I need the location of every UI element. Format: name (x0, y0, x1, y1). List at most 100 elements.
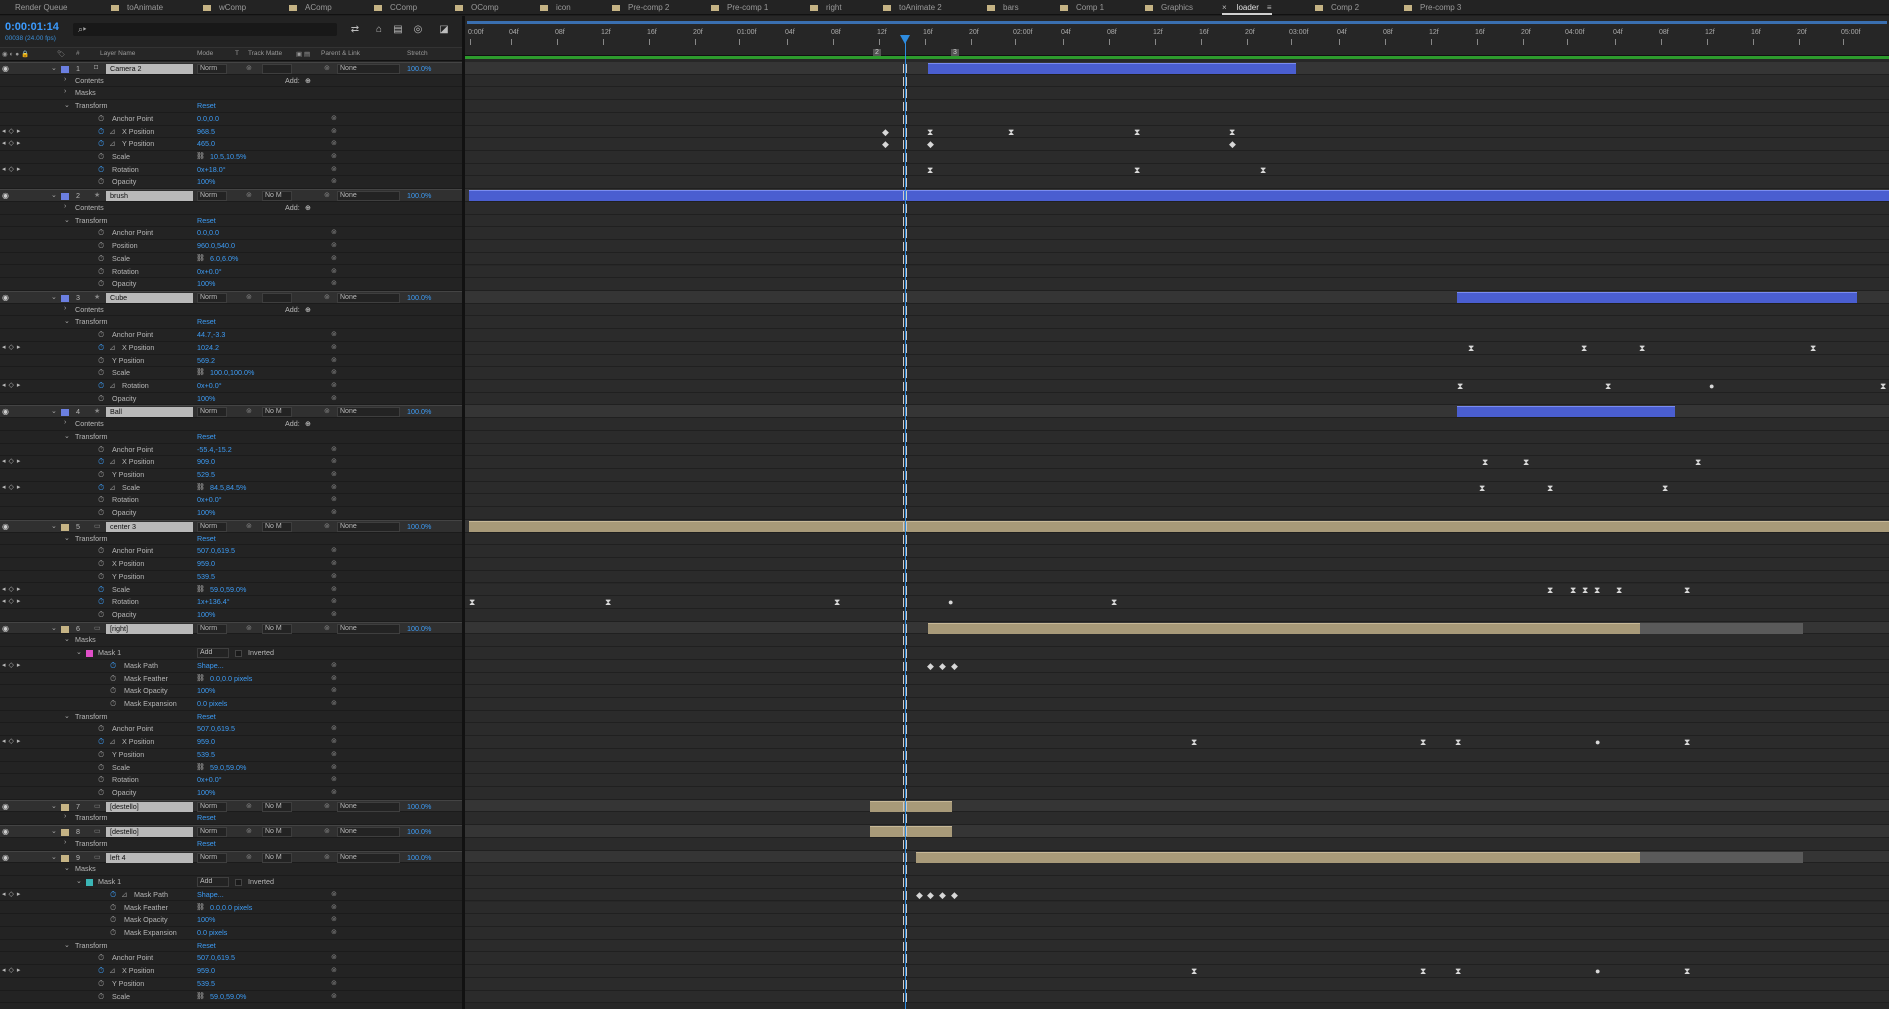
draft-3d-icon[interactable]: ⌂ (372, 23, 386, 36)
parent-dropdown[interactable]: None (337, 407, 400, 418)
property-value[interactable]: 539.5 (197, 979, 215, 988)
constrain-proportions-icon[interactable]: ⛓ (196, 254, 205, 262)
add-menu-label[interactable]: Add: (285, 419, 300, 428)
expression-pickwhip-icon[interactable]: ⊚ (331, 992, 337, 1000)
stopwatch-icon[interactable]: ⏱ (98, 508, 104, 518)
track-matte-dropdown[interactable] (262, 64, 292, 74)
keyframe-easy-ease-icon[interactable]: ⧗ (1457, 380, 1463, 392)
expression-pickwhip-icon[interactable]: ⊚ (331, 254, 337, 262)
stretch-value[interactable]: 100.0% (407, 624, 431, 633)
stopwatch-icon[interactable]: ⏱ (98, 228, 104, 238)
keyframe-easy-ease-icon[interactable]: ⧗ (1662, 482, 1668, 494)
keyframe-easy-ease-icon[interactable]: ⧗ (1229, 126, 1235, 138)
expression-pickwhip-icon[interactable]: ⊚ (331, 508, 337, 516)
graph-toggle-icon[interactable]: ⊿ (109, 966, 116, 975)
layer-name[interactable]: center 3 (106, 521, 193, 532)
property-value[interactable]: 0.0,0.0 pixels (210, 903, 252, 912)
stopwatch-icon[interactable]: ⏱ (98, 152, 104, 162)
keyframe-diamond-icon[interactable]: ◆ (951, 889, 958, 901)
keyframe-navigator[interactable]: ◂◇▸ (2, 343, 23, 351)
twirl-down-icon[interactable]: ⌄ (64, 101, 70, 109)
visibility-icon[interactable]: ◉ (2, 522, 9, 531)
tab-toanimate-2[interactable]: toAnimate 2 (883, 0, 942, 15)
label-color-swatch[interactable] (61, 193, 69, 201)
property-value[interactable]: 507.0,619.5 (197, 724, 235, 733)
add-icon[interactable]: ⊕ (305, 76, 311, 85)
keyframe-easy-ease-icon[interactable]: ⧗ (1134, 126, 1140, 138)
reset-link[interactable]: Reset (197, 317, 216, 326)
keyframe-easy-ease-icon[interactable]: ⧗ (1479, 482, 1485, 494)
constrain-proportions-icon[interactable]: ⛓ (196, 903, 205, 911)
layer-row[interactable]: ◉ ⌄ 5 ▭ center 3 Norm ⊚ No M ⊚ None 100.0% (0, 519, 462, 533)
preserve-transparency-icon[interactable]: ⊚ (246, 802, 252, 810)
layer-name[interactable]: left 4 (106, 852, 193, 863)
layer-name[interactable]: [right] (106, 623, 193, 634)
composition-marker[interactable]: 2 (873, 49, 881, 56)
blend-mode-dropdown[interactable]: Norm (197, 801, 227, 812)
expression-pickwhip-icon[interactable]: ⊚ (331, 330, 337, 338)
time-ruler[interactable]: 0:00f 04f 08f 12f 16f 20f 01:00f 04f 08f 12f 16f 20… (465, 26, 1889, 56)
stopwatch-icon[interactable]: ⏱ (98, 267, 104, 277)
track-matte-dropdown[interactable]: No M (262, 623, 292, 634)
keyframe-navigator[interactable]: ◂◇▸ (2, 737, 23, 745)
keyframe-navigator[interactable]: ◂◇▸ (2, 585, 23, 593)
stopwatch-icon[interactable]: ⏱ (98, 559, 104, 569)
twirl-down-icon[interactable]: ⌄ (51, 191, 57, 199)
expression-pickwhip-icon[interactable]: ⊚ (331, 559, 337, 567)
property-value[interactable]: 84.5,84.5% (210, 483, 246, 492)
property-value[interactable]: 0.0,0.0 pixels (210, 674, 252, 683)
expression-pickwhip-icon[interactable]: ⊚ (331, 915, 337, 923)
layer-duration-bar[interactable] (916, 851, 1640, 863)
parent-pickwhip-icon[interactable]: ⊚ (324, 827, 330, 835)
tab-ocomp[interactable]: OComp (455, 0, 499, 15)
layer-row[interactable]: ◉ ⌄ 6 ▭ [right] Norm ⊚ No M ⊚ None 100.0% (0, 621, 462, 635)
keyframe-diamond-icon[interactable]: ◆ (927, 889, 934, 901)
twirl-down-icon[interactable]: ⌄ (51, 853, 57, 861)
property-value[interactable]: 0.0 pixels (197, 928, 227, 937)
keyframe-auto-bezier-icon[interactable]: ● (1595, 736, 1600, 748)
keyframe-easy-ease-icon[interactable]: ⧗ (1420, 736, 1426, 748)
expression-pickwhip-icon[interactable]: ⊚ (331, 177, 337, 185)
stopwatch-icon[interactable]: ⏱ (98, 177, 104, 187)
property-value[interactable]: 0x+0.0° (197, 775, 222, 784)
property-value[interactable]: 1x+136.4° (197, 597, 230, 606)
property-value[interactable]: -55.4,-15.2 (197, 445, 232, 454)
keyframe-auto-bezier-icon[interactable]: ● (948, 596, 953, 608)
twirl-right-icon[interactable]: › (64, 839, 66, 846)
stopwatch-icon[interactable]: ⏱ (98, 139, 104, 149)
layer-duration-bar[interactable] (870, 800, 952, 812)
constrain-proportions-icon[interactable]: ⛓ (196, 585, 205, 593)
stopwatch-icon[interactable]: ⏱ (98, 979, 104, 989)
property-value[interactable]: 0.0 pixels (197, 699, 227, 708)
keyframe-diamond-icon[interactable]: ◆ (927, 138, 934, 150)
preserve-transparency-icon[interactable]: ⊚ (246, 624, 252, 632)
stopwatch-icon[interactable]: ⏱ (98, 470, 104, 480)
reset-link[interactable]: Reset (197, 813, 216, 822)
track-matte-dropdown[interactable]: No M (262, 852, 292, 863)
property-value[interactable]: 0x+18.0° (197, 165, 226, 174)
reset-link[interactable]: Reset (197, 432, 216, 441)
stopwatch-icon[interactable]: ⏱ (98, 966, 104, 976)
composition-marker[interactable]: 3 (951, 49, 959, 56)
label-color-swatch[interactable] (61, 854, 69, 862)
property-value[interactable]: 959.0 (197, 559, 215, 568)
stopwatch-icon[interactable]: ⏱ (98, 495, 104, 505)
reset-link[interactable]: Reset (197, 216, 216, 225)
twirl-down-icon[interactable]: ⌄ (64, 864, 70, 872)
twirl-right-icon[interactable]: › (64, 203, 66, 210)
twirl-down-icon[interactable]: ⌄ (64, 635, 70, 643)
stopwatch-icon[interactable]: ⏱ (98, 992, 104, 1002)
blend-mode-dropdown[interactable]: Norm (197, 407, 227, 418)
mask-color-swatch[interactable] (86, 650, 93, 658)
tab-right[interactable]: right (810, 0, 842, 15)
property-value[interactable]: 100% (197, 686, 215, 695)
visibility-icon[interactable]: ◉ (2, 853, 9, 862)
keyframe-easy-ease-icon[interactable]: ⧗ (1260, 164, 1266, 176)
layer-name[interactable]: [destello] (106, 801, 193, 812)
visibility-icon[interactable]: ◉ (2, 191, 9, 200)
tab-wcomp[interactable]: wComp (203, 0, 246, 15)
keyframe-easy-ease-icon[interactable]: ⧗ (1547, 584, 1553, 596)
property-value[interactable]: Shape... (197, 661, 224, 670)
stretch-value[interactable]: 100.0% (407, 407, 431, 416)
keyframe-easy-ease-icon[interactable]: ⧗ (1191, 965, 1197, 977)
